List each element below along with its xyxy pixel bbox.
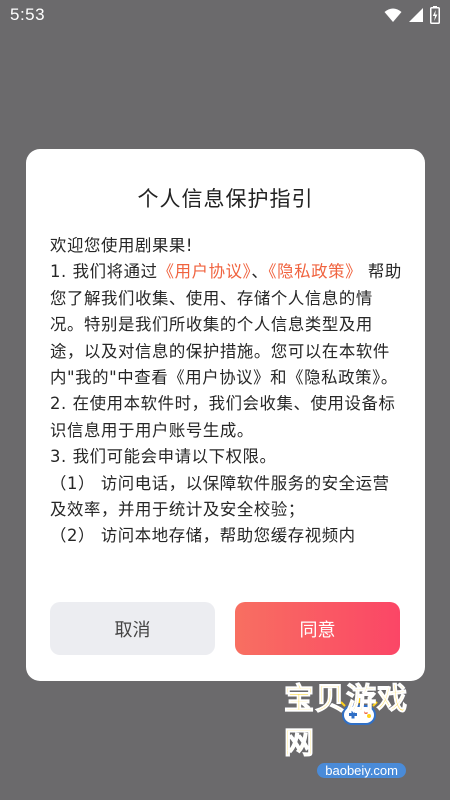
link-separator: 、 <box>251 262 269 282</box>
dialog-title: 个人信息保护指引 <box>137 187 314 211</box>
battery-icon <box>430 6 440 24</box>
watermark-brand: 宝贝游戏网 <box>284 682 408 762</box>
user-agreement-link[interactable]: 《用户协议》 <box>158 262 252 281</box>
item-1-prefix: 1. 我们将通过 <box>50 262 158 282</box>
dialog-body[interactable]: 欢迎您使用剧果果! 1. 我们将通过《用户协议》、《隐私政策》 帮助您了解我们收… <box>50 233 402 585</box>
cell-signal-icon <box>409 8 423 22</box>
permission-1: （1） 访问电话，以保障软件服务的安全运营及效率，并用于统计及安全校验； <box>50 473 390 520</box>
watermark: 宝贝游戏网 baobeiy.com <box>284 682 434 790</box>
privacy-dialog: 个人信息保护指引 欢迎您使用剧果果! 1. 我们将通过《用户协议》、《隐私政策》… <box>26 149 425 681</box>
item-1: 1. 我们将通过《用户协议》、《隐私政策》 帮助您了解我们收集、使用、存储个人信… <box>50 259 402 391</box>
item-3: 3. 我们可能会申请以下权限。 <box>50 447 277 467</box>
wifi-icon <box>384 8 402 22</box>
item-2: 2. 在使用本软件时，我们会收集、使用设备标识信息用于用户账号生成。 <box>50 394 396 440</box>
status-time: 5:53 <box>10 5 46 24</box>
status-bar: 5:53 <box>0 0 450 32</box>
status-icons <box>384 6 440 24</box>
watermark-domain: baobeiy.com <box>317 763 406 778</box>
cancel-button[interactable]: 取消 <box>50 602 215 655</box>
permission-2: （2） 访问本地存储，帮助您缓存视频内 <box>50 526 356 546</box>
agree-button[interactable]: 同意 <box>235 602 400 655</box>
privacy-policy-link[interactable]: 《隐私政策》 <box>268 262 362 281</box>
greeting-text: 欢迎您使用剧果果! <box>50 236 194 255</box>
